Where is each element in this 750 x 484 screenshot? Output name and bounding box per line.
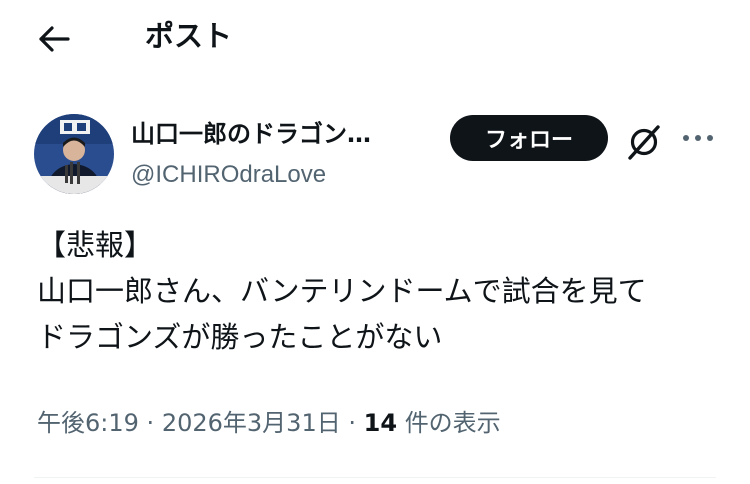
meta-separator: · [146,409,155,437]
more-icon [683,135,713,141]
post-text-line: ドラゴンズが勝ったことがない [37,320,443,354]
arrow-left-icon [39,26,70,52]
follow-button[interactable]: フォロー [450,115,608,161]
views-count[interactable]: 14 [364,409,397,437]
meta-separator: · [348,409,356,437]
post-text-line: 【悲報】 [37,228,154,262]
post-text-line: 山口一郎さん、バンテリンドームで試合を見て [37,274,647,308]
back-button[interactable] [34,22,74,56]
page-title: ポスト [145,19,233,53]
author-handle[interactable]: @ICHIROdraLove [131,158,326,192]
post-time[interactable]: 午後6:19 [37,409,139,437]
avatar-photo [34,114,114,194]
post-date[interactable]: 2026年3月31日 [162,409,341,437]
more-button[interactable] [678,120,718,156]
post-text: 【悲報】 山口一郎さん、バンテリンドームで試合を見て ドラゴンズが勝ったことがな… [37,222,727,360]
author-display-name[interactable]: 山口一郎のドラゴン… [131,117,431,151]
views-label: 件の表示 [404,409,501,437]
post-meta: 午後6:19 · 2026年3月31日 · 14 件の表示 [37,404,501,442]
divider [34,477,716,478]
grok-icon [628,125,660,160]
top-bar: ポスト [0,0,750,76]
avatar[interactable] [34,114,114,194]
grok-button[interactable] [622,120,666,164]
